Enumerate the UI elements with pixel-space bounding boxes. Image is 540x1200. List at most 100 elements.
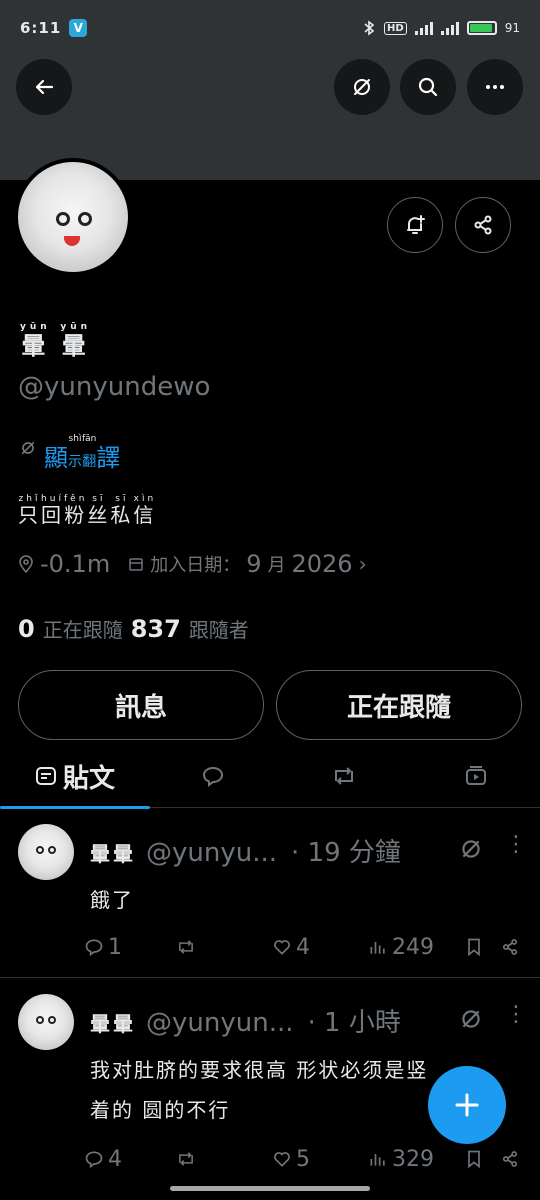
status-time: 6:11 — [20, 19, 62, 37]
tab-posts-label: 貼文 — [62, 763, 115, 794]
gesture-bar[interactable] — [170, 1186, 370, 1191]
more-horizontal-icon — [486, 85, 504, 89]
avatar-mouth — [64, 236, 80, 246]
bookmark-button[interactable] — [464, 1149, 500, 1169]
no-translate-button[interactable] — [334, 59, 390, 115]
followers-label[interactable]: 跟隨者 — [189, 614, 249, 643]
share-profile-button[interactable] — [455, 197, 511, 253]
followers-count[interactable]: 837 — [131, 615, 181, 643]
slashed-circle-icon — [21, 441, 35, 454]
post-time: · 19 分鐘 — [291, 838, 401, 868]
reply-icon — [202, 766, 224, 787]
message-button[interactable]: 訊息 — [18, 670, 264, 740]
post-author[interactable]: 暈暈 — [90, 838, 136, 867]
following-button[interactable]: 正在跟隨 — [276, 670, 522, 740]
translate-char: 翻 — [82, 454, 97, 470]
tab-reposts[interactable] — [276, 744, 412, 808]
post-more-icon[interactable]: ⋮ — [505, 1004, 527, 1026]
post-author[interactable]: 暈暈 — [90, 1008, 136, 1037]
slashed-circle-icon[interactable] — [458, 1006, 484, 1032]
name-char: 暈 — [60, 332, 92, 360]
tab-media[interactable] — [412, 744, 540, 808]
profile-meta: -0.1m 加入日期： 9 月 2026 › — [18, 550, 367, 578]
profile-name: 暈yūn 暈yūn — [20, 322, 91, 361]
name-pinyin: yūn — [20, 322, 51, 332]
tab-posts[interactable]: 貼文 — [0, 744, 150, 809]
avatar-eye — [48, 1016, 56, 1024]
translate-label[interactable]: 顯示shì翻fān譯 — [44, 434, 120, 473]
views-button[interactable]: 249 — [368, 935, 464, 960]
battery-level: 91 — [504, 21, 520, 35]
search-button[interactable] — [400, 59, 456, 115]
reply-count: 4 — [108, 1146, 122, 1172]
share-icon — [474, 215, 492, 235]
post-actions: 1 4 249 — [84, 930, 524, 964]
follow-stats[interactable]: 0 正在跟隨 837 跟隨者 — [18, 614, 249, 643]
search-icon — [418, 77, 438, 97]
name-char: 暈 — [20, 332, 51, 360]
status-icons: HD 91 — [362, 20, 520, 36]
bookmark-icon — [468, 938, 480, 957]
share-icon — [502, 939, 518, 955]
repost-icon — [335, 767, 353, 785]
slashed-circle-icon — [354, 79, 370, 95]
following-count[interactable]: 0 — [18, 615, 35, 643]
share-post-button[interactable] — [500, 1149, 524, 1169]
heart-icon — [274, 940, 290, 955]
plus-icon — [455, 1093, 479, 1117]
back-button[interactable] — [16, 59, 72, 115]
reply-button[interactable]: 1 — [84, 935, 176, 960]
share-post-button[interactable] — [500, 937, 524, 957]
profile-tabs: 貼文 — [0, 744, 540, 809]
following-label[interactable]: 正在跟隨 — [43, 614, 123, 643]
compose-post-button[interactable] — [428, 1066, 506, 1144]
signal-icon-2 — [440, 21, 459, 35]
notify-button[interactable] — [387, 197, 443, 253]
like-button[interactable]: 5 — [272, 1147, 368, 1172]
like-button[interactable]: 4 — [272, 935, 368, 960]
more-button[interactable] — [467, 59, 523, 115]
post-text: 餓了 — [90, 888, 134, 912]
translate-bio-link[interactable]: 顯示shì翻fān譯 — [18, 434, 120, 473]
avatar-eye — [36, 1016, 44, 1024]
repost-button[interactable] — [176, 1149, 272, 1169]
video-icon — [466, 766, 486, 785]
reply-button[interactable]: 4 — [84, 1147, 176, 1172]
views-icon — [370, 1154, 385, 1166]
views-count: 249 — [392, 934, 434, 960]
bookmark-button[interactable] — [464, 937, 500, 957]
post-icon — [35, 767, 56, 785]
repost-icon — [179, 1152, 193, 1166]
avatar[interactable] — [18, 824, 74, 880]
views-button[interactable]: 329 — [368, 1147, 464, 1172]
profile-handle: @yunyundewo — [18, 372, 211, 402]
post-actions: 4 5 329 — [84, 1142, 524, 1176]
battery-icon — [466, 21, 497, 35]
repost-button[interactable] — [176, 937, 272, 957]
avatar-eye — [48, 846, 56, 854]
signal-icon — [414, 21, 433, 35]
post-more-icon[interactable]: ⋮ — [505, 834, 527, 856]
post-item[interactable]: 暈暈 @yunyu... · 19 分鐘 ⋮ 餓了 1 4 249 — [0, 808, 540, 978]
translate-char: 譯 — [96, 444, 121, 472]
message-button-label: 訊息 — [114, 692, 167, 723]
arrow-left-icon — [35, 79, 54, 95]
name-pinyin: yūn — [60, 322, 92, 332]
chevron-right-icon[interactable]: › — [359, 552, 367, 576]
joined-month-char: 月 — [267, 555, 286, 576]
post-handle[interactable]: @yunyun... — [146, 1008, 293, 1038]
reply-icon — [85, 939, 103, 957]
post-header: 暈暈 @yunyun... · 1 小時 — [90, 1002, 401, 1039]
tab-replies[interactable] — [150, 744, 276, 808]
slashed-circle-icon[interactable] — [458, 836, 484, 862]
translate-char: 示 — [68, 454, 82, 470]
bluetooth-icon — [364, 20, 375, 36]
post-header: 暈暈 @yunyu... · 19 分鐘 — [90, 832, 401, 869]
post-handle[interactable]: @yunyu... — [146, 838, 277, 868]
share-icon — [502, 1151, 518, 1167]
like-count: 4 — [296, 934, 310, 960]
location-text: -0.1m — [40, 550, 111, 578]
joined-label: 加入日期： — [150, 555, 241, 576]
profile-avatar[interactable] — [14, 158, 132, 276]
avatar[interactable] — [18, 994, 74, 1050]
